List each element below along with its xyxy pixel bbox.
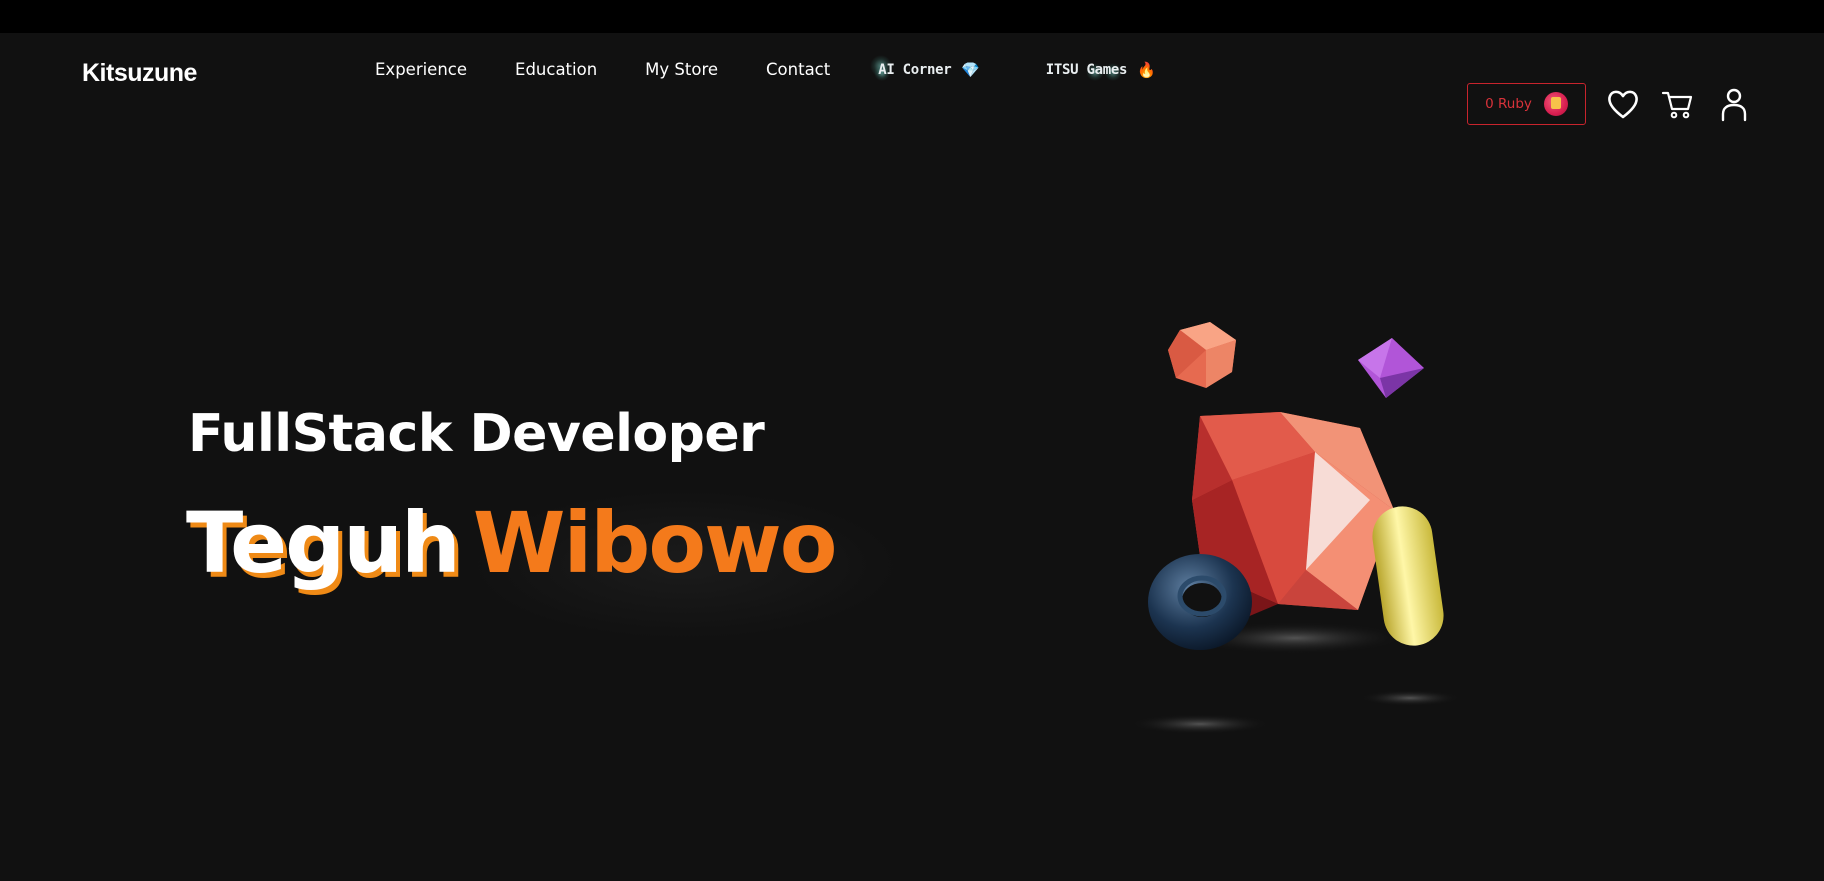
nav-education[interactable]: Education <box>515 60 597 79</box>
hero-first-name: Teguh <box>186 494 461 592</box>
ruby-coin-icon <box>1543 92 1568 116</box>
nav-contact[interactable]: Contact <box>766 60 830 79</box>
gem-icon: 💎 <box>961 60 980 79</box>
cart-icon[interactable] <box>1660 86 1696 122</box>
hero-subtitle: FullStack Developer <box>188 404 765 464</box>
nav-itsu-games-label: ITSU Games <box>1045 61 1128 78</box>
nav-ai-corner[interactable]: AI Corner 💎 <box>870 54 980 81</box>
ruby-balance-label: 0 Ruby <box>1485 96 1532 112</box>
ruby-balance-button[interactable]: 0 Ruby <box>1467 83 1586 125</box>
nav-experience[interactable]: Experience <box>375 60 467 79</box>
hero-last-name: Wibowo <box>472 494 838 592</box>
nav-my-store[interactable]: My Store <box>645 60 718 79</box>
fire-icon: 🔥 <box>1137 60 1156 79</box>
hero-3d-shapes-illustration <box>1110 320 1490 740</box>
top-strip <box>0 0 1824 33</box>
hero-name: Teguh Wibowo <box>186 494 838 592</box>
user-icon[interactable] <box>1716 86 1752 122</box>
nav-itsu-games[interactable]: ITSU Games 🔥 <box>1045 60 1156 81</box>
main-nav: Experience Education My Store Contact AI… <box>375 54 1156 81</box>
heart-icon[interactable] <box>1605 86 1641 122</box>
site-logo[interactable]: Kitsuzune <box>82 59 197 88</box>
nav-ai-corner-label: AI Corner <box>878 61 952 78</box>
